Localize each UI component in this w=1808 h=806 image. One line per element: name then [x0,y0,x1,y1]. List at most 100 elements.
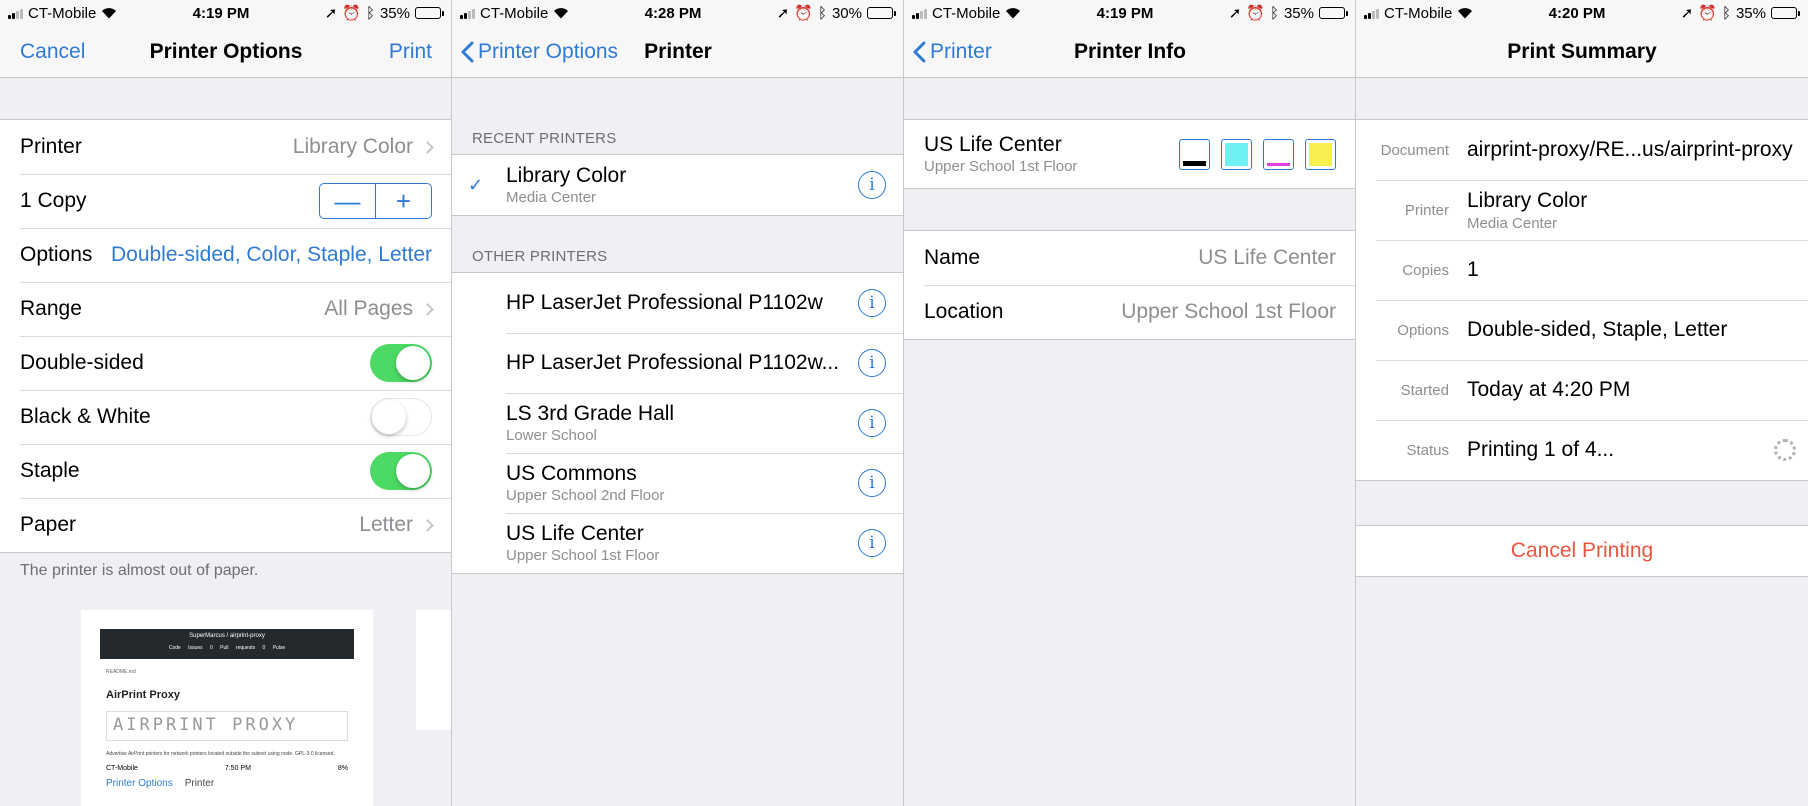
printer-row: Printer Library Color Media Center [1356,180,1808,240]
battery-percent: 35% [1735,4,1766,22]
paper-value: Letter [359,513,413,536]
printer-row[interactable]: Printer Library Color [0,120,452,174]
printer-name: LS 3rd Grade Hall [506,402,675,425]
print-preview-page[interactable]: SuperMarcus / airprint-proxy Code Issues… [81,610,373,806]
location-value: Upper School 1st Floor [1121,300,1336,323]
back-button[interactable]: Printer [912,26,992,78]
cancel-button[interactable]: Cancel [20,26,85,78]
preview-title: AirPrint Proxy [106,689,180,701]
next-preview-page[interactable] [416,610,452,730]
bluetooth-icon: ᛒ [365,4,375,22]
preview-status-bar: CT-Mobile 7:50 PM 8% [106,765,348,772]
status-value: Printing 1 of 4... [1467,438,1615,461]
black-white-row: Black & White [0,390,452,444]
printer-details: Name US Life Center Location Upper Schoo… [904,230,1356,340]
chevron-left-icon [913,41,926,63]
carrier-label: CT-Mobile [1384,4,1453,22]
battery-icon [1771,7,1800,19]
print-summary-screen: CT-Mobile 4:20 PM ➚ ⏰ ᛒ 35% Print Summar… [1356,0,1808,806]
clock: 4:28 PM [644,4,702,22]
info-icon[interactable]: i [858,289,886,317]
other-printers-header: OTHER PRINTERS [472,248,608,265]
spinner-icon [1774,439,1796,461]
battery-percent: 35% [379,4,410,22]
info-icon[interactable]: i [858,171,886,199]
printer-name: Library Color [506,164,627,187]
location-icon: ➚ [776,5,790,22]
copies-stepper[interactable]: — + [319,183,432,219]
signal-icon [912,8,927,19]
signal-icon [1364,8,1379,19]
location-icon: ➚ [324,5,338,22]
staple-toggle[interactable] [370,452,432,490]
preview-carrier: CT-Mobile [106,765,138,772]
printer-item[interactable]: LS 3rd Grade Hall Lower School i [452,393,904,453]
copies-label: 1 Copy [20,189,87,212]
printer-name: HP LaserJet Professional P1102w [506,291,823,314]
signal-icon [8,8,23,19]
ink-cyan [1221,138,1252,170]
started-value: Today at 4:20 PM [1467,378,1631,401]
black-white-label: Black & White [20,405,151,428]
location-icon: ➚ [1228,5,1242,22]
preview-readme: README.md [106,669,136,675]
alarm-icon: ⏰ [1698,5,1717,22]
navigation-bar: Printer Options Printer [452,26,904,78]
printer-item[interactable]: HP LaserJet Professional P1102w... i [452,333,904,393]
printer-location: Upper School 2nd Floor [506,487,665,504]
status-bar: CT-Mobile 4:19 PM ➚ ⏰ ᛒ 35% [0,0,452,26]
decrement-button[interactable]: — [320,184,375,218]
printer-location: Lower School [506,427,597,444]
alarm-icon: ⏰ [1246,5,1265,22]
printer-item[interactable]: US Commons Upper School 2nd Floor i [452,453,904,513]
name-value: US Life Center [1198,246,1336,269]
cancel-printing-button[interactable]: Cancel Printing [1356,525,1808,577]
staple-label: Staple [20,459,80,482]
carrier-label: CT-Mobile [28,4,97,22]
increment-button[interactable]: + [375,184,431,218]
recent-printers-header: RECENT PRINTERS [472,130,617,147]
battery-icon [1319,7,1348,19]
printer-item[interactable]: HP LaserJet Professional P1102w i [452,273,904,333]
navigation-bar: Print Summary [1356,26,1808,78]
info-icon[interactable]: i [858,349,886,377]
printer-label: Printer [1404,201,1449,219]
info-icon[interactable]: i [858,469,886,497]
printer-item[interactable]: ✓ Library Color Media Center i [452,155,904,215]
preview-repo: SuperMarcus / airprint-proxy [189,633,265,639]
printer-item[interactable]: US Life Center Upper School 1st Floor i [452,513,904,573]
back-label: Printer Options [478,40,619,63]
printer-name: US Life Center [924,133,1062,156]
clock: 4:19 PM [192,4,250,22]
status-label: Status [1406,441,1449,459]
copies-label: Copies [1402,261,1449,279]
paper-label: Paper [20,513,77,536]
location-icon: ➚ [1680,5,1694,22]
range-value: All Pages [324,297,413,320]
battery-icon [867,7,896,19]
wifi-icon [554,8,569,19]
chevron-right-icon [421,140,434,154]
printer-label: Printer [20,135,82,158]
options-group: Printer Library Color 1 Copy — + Options… [0,119,452,553]
ink-levels [1179,138,1336,170]
preview-nav-title: Printer [184,778,215,789]
options-row[interactable]: Options Double-sided, Color, Staple, Let… [0,228,452,282]
paper-row[interactable]: Paper Letter [0,498,452,552]
printer-name: US Commons [506,462,637,485]
name-label: Name [924,246,981,269]
page-title: Print Summary [1507,40,1657,63]
black-white-toggle[interactable] [370,398,432,436]
range-row[interactable]: Range All Pages [0,282,452,336]
info-icon[interactable]: i [858,529,886,557]
navigation-bar: Printer Printer Info [904,26,1356,78]
ink-black [1179,138,1210,170]
copies-row: Copies 1 [1356,240,1808,300]
back-button[interactable]: Printer Options [460,26,618,78]
started-row: Started Today at 4:20 PM [1356,360,1808,420]
double-sided-toggle[interactable] [370,344,432,382]
print-button[interactable]: Print [389,26,432,78]
location-row: Location Upper School 1st Floor [904,285,1356,339]
info-icon[interactable]: i [858,409,886,437]
paper-warning: The printer is almost out of paper. [20,562,259,579]
